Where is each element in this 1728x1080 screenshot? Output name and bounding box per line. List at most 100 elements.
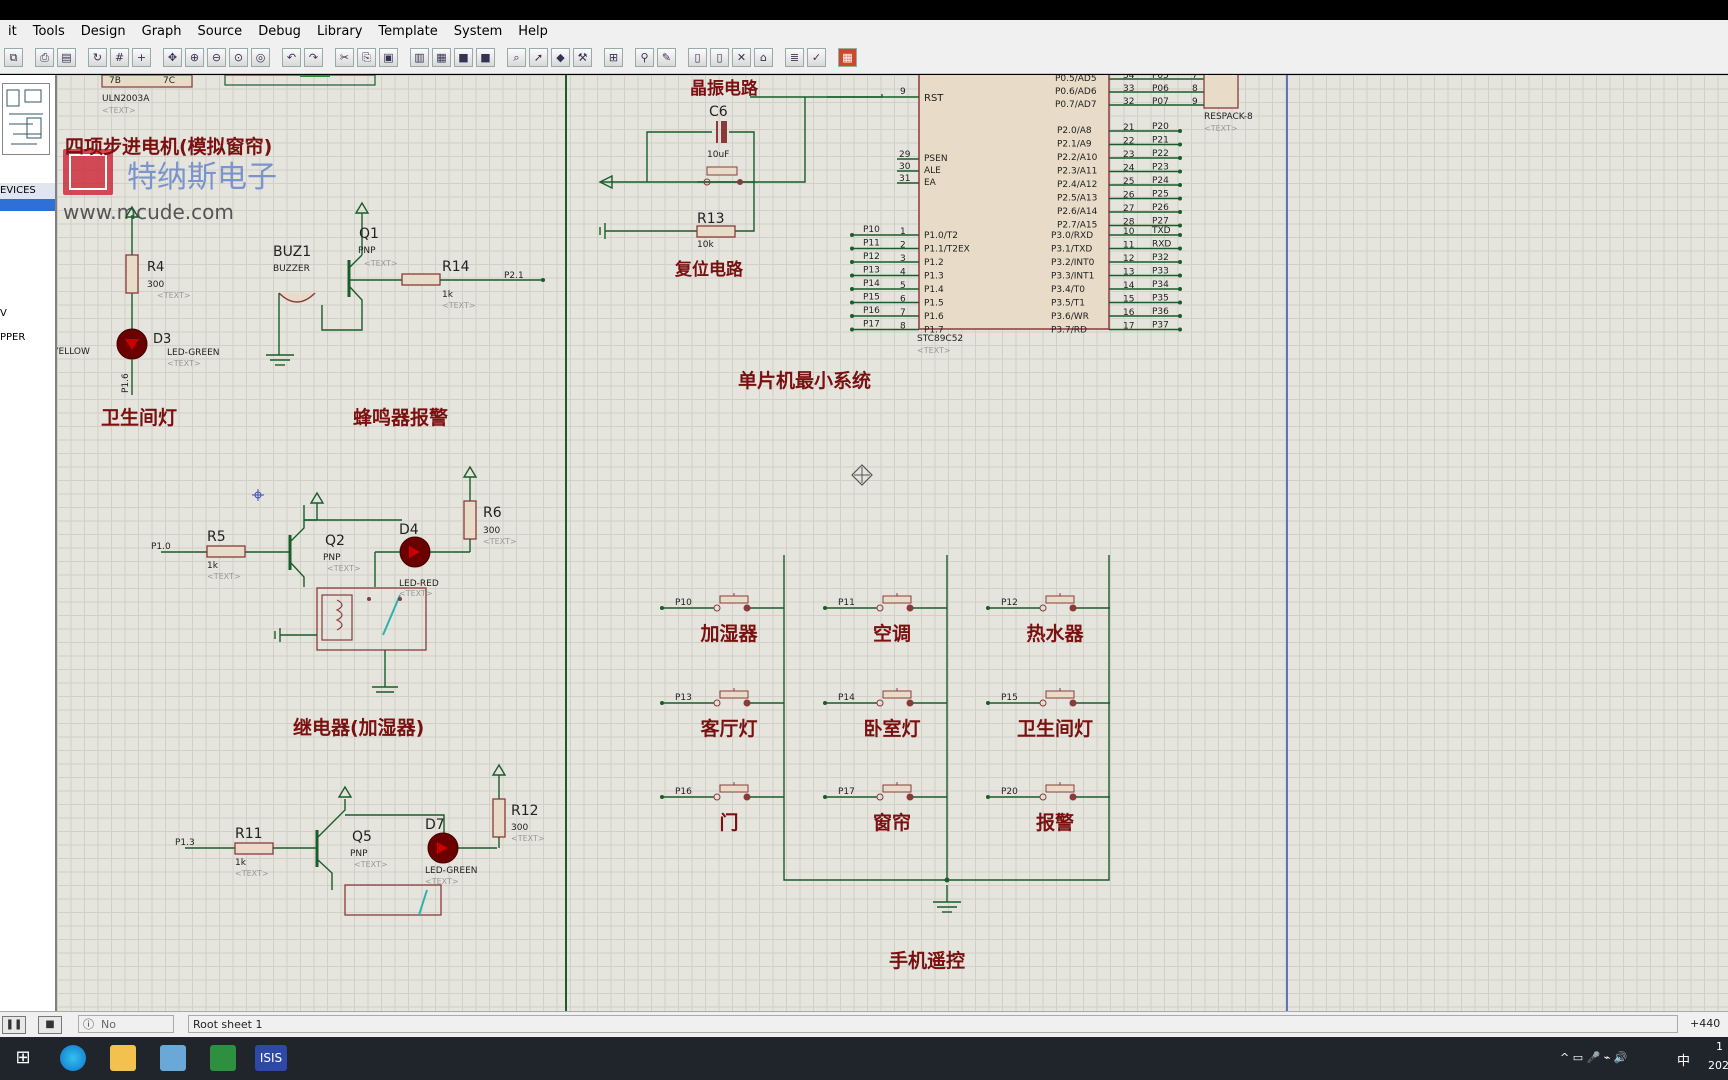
- print-icon[interactable]: ⎙: [35, 48, 54, 67]
- remove-sheet-icon[interactable]: ✕: [732, 48, 751, 67]
- push-button[interactable]: P15 卫生间灯: [986, 688, 1110, 740]
- zoom-out-icon[interactable]: ⊖: [207, 48, 226, 67]
- relay-circuit-2[interactable]: P1.3 R11 1k <TEXT> Q5 PNP <TEXT> D7 LED-…: [175, 763, 545, 916]
- pause-button[interactable]: ❚❚: [2, 1016, 26, 1034]
- block-delete-icon[interactable]: ■: [476, 48, 495, 67]
- button-net-label: P10: [675, 598, 692, 608]
- bom-icon[interactable]: ≣: [785, 48, 804, 67]
- menu-library[interactable]: Library: [309, 24, 370, 39]
- origin-icon[interactable]: +: [132, 48, 151, 67]
- ares-icon[interactable]: ▦: [838, 48, 857, 67]
- text-tag: <TEXT>: [167, 359, 201, 368]
- erc-icon[interactable]: ✓: [807, 48, 826, 67]
- edge-icon[interactable]: [60, 1045, 86, 1071]
- clock-time: 1: [1716, 1040, 1723, 1053]
- button-net-label: P11: [838, 598, 855, 608]
- bath-light-circuit[interactable]: R4 300 <TEXT> D3 LED-GREEN <TEXT> YELLOW…: [57, 205, 220, 395]
- button-net-label: P12: [1001, 598, 1018, 608]
- overview-thumbnail[interactable]: [2, 83, 50, 155]
- package-icon[interactable]: ◆: [551, 48, 570, 67]
- push-button[interactable]: P16 门: [660, 782, 784, 834]
- menu-edit[interactable]: it: [0, 24, 25, 39]
- r5-value: 1k: [207, 561, 219, 571]
- pick-device-icon[interactable]: ⌕: [507, 48, 526, 67]
- paste-icon[interactable]: ▣: [379, 48, 398, 67]
- search-tag-icon[interactable]: ⚲: [635, 48, 654, 67]
- zoom-in-icon[interactable]: ⊕: [185, 48, 204, 67]
- push-button[interactable]: P14 卧室灯: [823, 688, 947, 740]
- taskview-icon[interactable]: ⊞: [10, 1045, 36, 1071]
- push-button[interactable]: P12 热水器: [986, 593, 1110, 645]
- goto-sheet-icon[interactable]: ⌂: [754, 48, 773, 67]
- refresh-icon[interactable]: ↻: [88, 48, 107, 67]
- push-button[interactable]: P10 加湿器: [660, 593, 784, 645]
- keil-icon[interactable]: [210, 1045, 236, 1071]
- push-button[interactable]: P17 窗帘: [823, 782, 947, 834]
- undo-icon[interactable]: ↶: [282, 48, 301, 67]
- grid-icon[interactable]: #: [110, 48, 129, 67]
- menu-debug[interactable]: Debug: [250, 24, 309, 39]
- uln2003a-component[interactable]: 7B 7C ULN2003A <TEXT>: [101, 75, 376, 115]
- push-button[interactable]: P11 空调: [823, 593, 947, 645]
- menu-design[interactable]: Design: [73, 24, 134, 39]
- zoom-all-icon[interactable]: ⊙: [229, 48, 248, 67]
- schematic-canvas[interactable]: 7B 7C ULN2003A <TEXT> 特纳斯电子 www.mcude.co…: [57, 75, 1728, 1011]
- block-rotate-icon[interactable]: ■: [454, 48, 473, 67]
- new-sheet-icon[interactable]: ▯: [688, 48, 707, 67]
- wire-autoroute-icon[interactable]: ⊞: [604, 48, 623, 67]
- block-copy-icon[interactable]: ▥: [410, 48, 429, 67]
- menu-help[interactable]: Help: [510, 24, 556, 39]
- ime-indicator[interactable]: 中: [1677, 1050, 1690, 1069]
- r13-value: 10k: [697, 240, 714, 250]
- windows-taskbar: ⊞ ISIS ^ ▭ 🎤 ⌁ 🔊 中 1 202: [0, 1037, 1728, 1080]
- device-item[interactable]: V: [0, 308, 7, 319]
- property-assign-icon[interactable]: ✎: [657, 48, 676, 67]
- print-setup-icon[interactable]: ▤: [57, 48, 76, 67]
- remote-button-matrix[interactable]: P10 加湿器 P11 空调 P12 热水器 P13 客厅灯 P14 卧室灯 P15 卫生间灯 P16 门…: [660, 555, 1110, 913]
- uln-name: ULN2003A: [102, 94, 150, 104]
- reset-circuit[interactable]: C6 10uF R13 10k: [598, 94, 883, 250]
- relay-humidifier-circuit[interactable]: P1.0 R5 1k <TEXT> Q2 PNP <TEXT> LED-RED …: [151, 465, 517, 693]
- coordinate-readout: +440: [1690, 1017, 1721, 1030]
- decompose-icon[interactable]: ⚒: [573, 48, 592, 67]
- menu-template[interactable]: Template: [370, 24, 445, 39]
- respack-8[interactable]: RESPACK-8 <TEXT>: [1203, 75, 1253, 133]
- tray-icons[interactable]: ^ ▭ 🎤 ⌁ 🔊: [1560, 1051, 1628, 1064]
- push-button[interactable]: P13 客厅灯: [660, 688, 784, 740]
- mcu-pin-number: 11: [1123, 241, 1134, 251]
- menu-graph[interactable]: Graph: [134, 24, 190, 39]
- cut-icon[interactable]: ✂: [335, 48, 354, 67]
- mcu-pin-label: P1.1/T2EX: [924, 245, 970, 255]
- add-sheet-icon[interactable]: ▯: [710, 48, 729, 67]
- make-device-icon[interactable]: ➚: [529, 48, 548, 67]
- toolbar-separator: [26, 48, 32, 67]
- isis-icon[interactable]: ISIS: [255, 1045, 287, 1071]
- menu-source[interactable]: Source: [190, 24, 251, 39]
- zoom-area-icon[interactable]: ◎: [251, 48, 270, 67]
- redo-icon[interactable]: ↷: [304, 48, 323, 67]
- menu-system[interactable]: System: [446, 24, 510, 39]
- stop-button[interactable]: ■: [38, 1016, 62, 1034]
- push-button[interactable]: P20 报警: [986, 782, 1110, 834]
- button-label: 客厅灯: [700, 717, 757, 740]
- menu-tools[interactable]: Tools: [25, 24, 73, 39]
- block-move-icon[interactable]: ▦: [432, 48, 451, 67]
- copy-clip-icon[interactable]: ⎘: [357, 48, 376, 67]
- mcu-pin-number: 10: [1123, 227, 1135, 237]
- toolbar-separator: [829, 48, 835, 67]
- mcu-pin-label: P0.7/AD7: [1055, 100, 1097, 110]
- mcu-pin-label: P3.7/RD: [1051, 326, 1087, 336]
- buzzer-circuit[interactable]: BUZ1 BUZZER Q1 PNP <TEXT> R14 1k <TEXT> …: [266, 201, 545, 366]
- device-selected-row[interactable]: [0, 199, 55, 211]
- r4-value: 300: [147, 280, 164, 290]
- copy-icon[interactable]: ⧉: [4, 48, 23, 67]
- messages-box[interactable]: ⓘ No Messages: [78, 1015, 174, 1049]
- app-icon[interactable]: [160, 1045, 186, 1071]
- mcu-stc89c52[interactable]: RST 9 29 PSEN 30 ALE 31 EA P10 1 P1.0/T2 P11 2 P1.…: [850, 75, 1204, 355]
- mcu-net-label: P37: [1152, 321, 1169, 331]
- mcu-pin-label: P2.6/A14: [1057, 207, 1098, 217]
- device-item[interactable]: PPER: [0, 332, 25, 343]
- pan-icon[interactable]: ✥: [163, 48, 182, 67]
- r11-net: P1.3: [175, 838, 195, 848]
- file-explorer-icon[interactable]: [110, 1045, 136, 1071]
